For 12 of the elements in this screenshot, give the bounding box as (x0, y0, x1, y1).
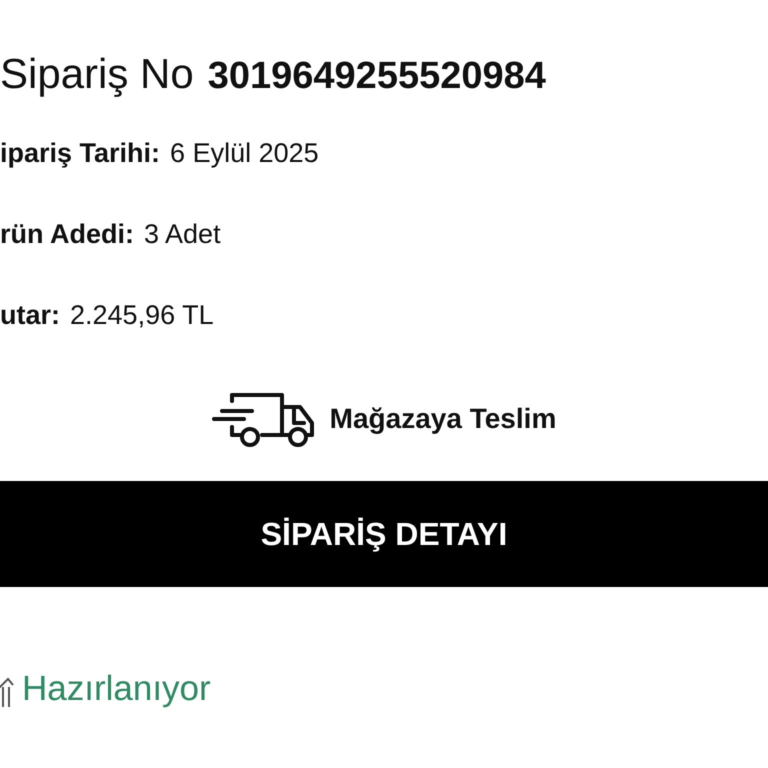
truck-icon (212, 391, 316, 447)
order-label: Sipariş No (0, 50, 194, 98)
detail-label: ipariş Tarihi: (0, 138, 160, 169)
detail-value: 6 Eylül 2025 (170, 138, 319, 169)
detail-value: 3 Adet (144, 219, 221, 250)
order-number: 3019649255520984 (208, 55, 546, 98)
order-detail-button[interactable]: SİPARİŞ DETAYI (0, 481, 768, 587)
detail-label: utar: (0, 300, 60, 331)
detail-value: 2.245,96 TL (70, 300, 214, 331)
delivery-label: Mağazaya Teslim (330, 403, 556, 435)
status-label: Hazırlanıyor (22, 669, 211, 709)
detail-label: rün Adedi: (0, 219, 134, 250)
